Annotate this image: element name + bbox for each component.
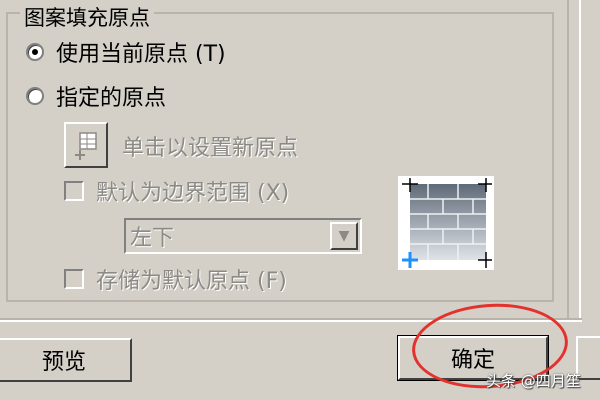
default-boundary-checkbox[interactable] [64, 181, 84, 201]
pick-point-button[interactable] [64, 122, 108, 168]
store-default-option[interactable]: 存储为默认原点 (F) [64, 264, 287, 294]
store-default-checkbox[interactable] [64, 269, 84, 289]
store-default-label: 存储为默认原点 (F) [96, 269, 287, 294]
dialog-border [567, 0, 581, 320]
group-title: 图案填充原点 [20, 8, 154, 32]
pick-point-icon [75, 132, 97, 160]
use-current-origin-label: 使用当前原点 (T) [56, 42, 226, 67]
preview-button-label: 预览 [41, 350, 86, 375]
boundary-position-value: 左下 [130, 226, 175, 251]
default-boundary-label: 默认为边界范围 (X) [96, 181, 290, 206]
use-current-origin-radio[interactable] [26, 43, 44, 61]
use-current-origin-option[interactable]: 使用当前原点 (T) [26, 36, 226, 68]
preview-button[interactable]: 预览 [0, 338, 132, 382]
boundary-position-select[interactable]: 左下 ▼ [124, 218, 362, 254]
chevron-down-icon[interactable]: ▼ [330, 222, 358, 250]
brick-pattern-preview-icon [402, 178, 492, 268]
specified-origin-label: 指定的原点 [56, 86, 167, 111]
pick-point-label: 单击以设置新原点 [122, 136, 299, 161]
hatch-origin-dialog: 图案填充原点 使用当前原点 (T) 指定的原点 单击以设置新原点 默认为边界范围… [0, 0, 600, 400]
specified-origin-radio[interactable] [26, 87, 44, 105]
dialog-border [0, 318, 582, 322]
hatch-origin-preview [398, 176, 494, 270]
watermark: 头条 @四月笙 [486, 372, 581, 390]
default-boundary-option[interactable]: 默认为边界范围 (X) [64, 176, 289, 206]
specified-origin-option[interactable]: 指定的原点 [26, 80, 166, 112]
